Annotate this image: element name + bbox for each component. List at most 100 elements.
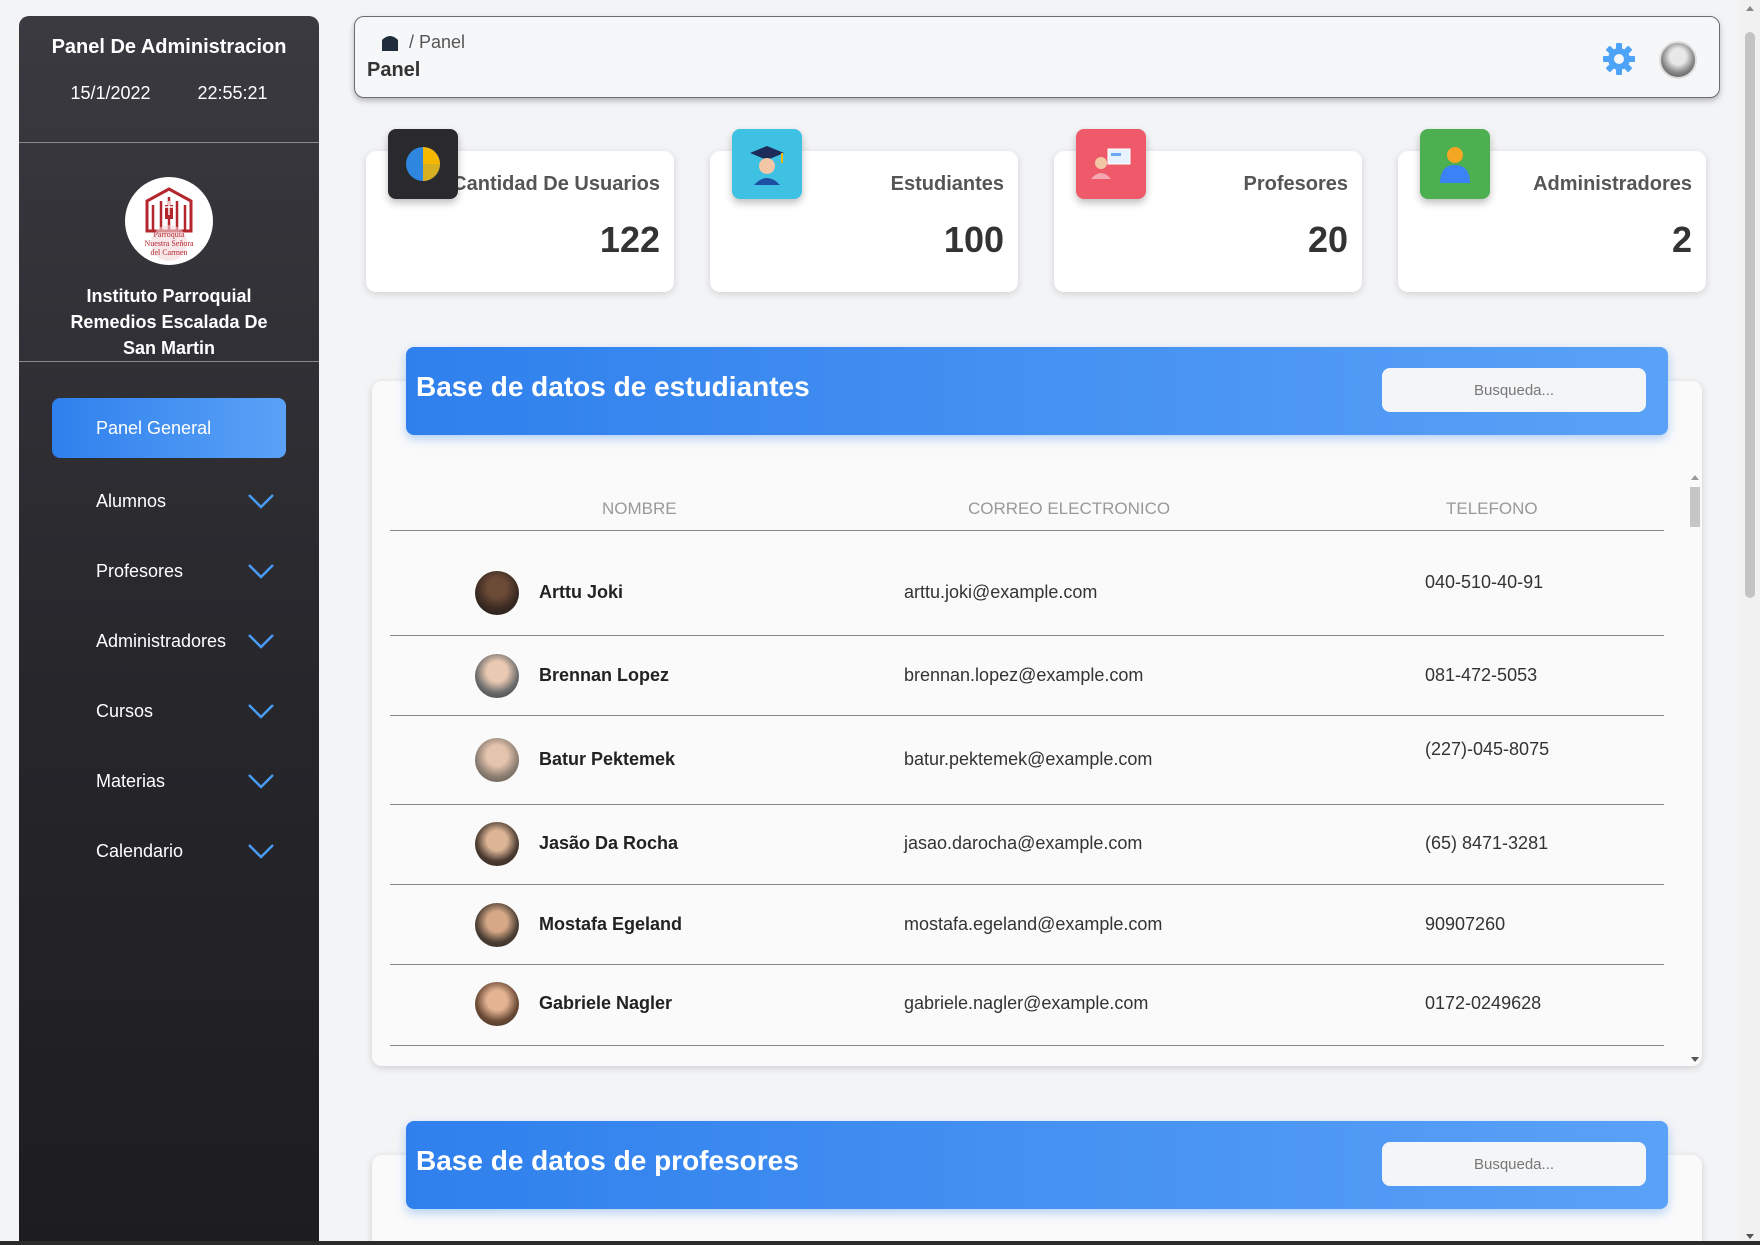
sidebar-item-label: Calendario [96,841,184,861]
column-header-name[interactable]: NOMBRE [602,499,677,519]
sidebar-item-calendario[interactable]: Calendario [19,816,319,886]
student-phone: 0172-0249628 [1425,993,1542,1013]
student-email: mostafa.egeland@example.com [904,914,1163,934]
student-name: Gabriele Nagler [539,993,673,1013]
chevron-down-icon[interactable] [247,492,275,510]
column-header-email[interactable]: CORREO ELECTRONICO [968,499,1170,519]
students-table-title: Base de datos de estudiantes [416,371,810,402]
sidebar-item-cursos[interactable]: Cursos [19,676,319,746]
graduate-icon [732,129,802,199]
stat-card-administradores: Administradores 2 [1398,129,1706,292]
sidebar-header: Panel De Administracion 15/1/2022 22:55:… [19,16,319,143]
student-email: jasao.darocha@example.com [904,833,1143,853]
column-header-phone[interactable]: TELEFONO [1446,499,1538,519]
scroll-up-arrow-icon[interactable] [1691,475,1699,480]
teachers-search-input[interactable] [1382,1142,1646,1186]
students-table-card: NOMBRE CORREO ELECTRONICO TELEFONO Arttu… [372,381,1702,1066]
sidebar-item-panel-general[interactable]: Panel General [52,398,286,458]
teachers-table-title: Base de datos de profesores [416,1145,799,1176]
stat-label: Profesores [1243,173,1349,195]
student-phone: (65) 8471-3281 [1425,833,1549,853]
sidebar-title: Panel De Administracion [51,36,287,58]
sidebar-item-label: Alumnos [96,491,167,511]
stat-card-estudiantes: Estudiantes 100 [710,129,1018,292]
student-name: Batur Pektemek [539,749,676,769]
student-email: brennan.lopez@example.com [904,665,1144,685]
student-phone: 081-472-5053 [1425,665,1538,685]
student-email: batur.pektemek@example.com [904,749,1153,769]
stat-value: 2 [1671,219,1692,260]
avatar [475,738,519,782]
page-title: Panel [367,59,421,81]
current-time: 22:55:21 [197,83,268,103]
school-block: Parroquia Nuestra Señora del Carmen Inst… [19,143,319,362]
student-name: Brennan Lopez [539,665,670,685]
home-icon[interactable] [379,31,401,53]
students-search-input[interactable] [1382,368,1646,412]
student-name: Jasão Da Rocha [539,833,679,853]
sidebar: Panel De Administracion 15/1/2022 22:55:… [19,16,319,1245]
sidebar-item-label: Administradores [96,631,227,651]
sidebar-item-alumnos[interactable]: Alumnos [19,466,319,536]
table-scrollbar[interactable] [1688,471,1702,1066]
sidebar-item-materias[interactable]: Materias [19,746,319,816]
stat-label: Estudiantes [890,173,1004,195]
school-name: Instituto Parroquial Remedios Escalada D… [70,286,268,358]
scrollbar-thumb[interactable] [1745,32,1755,598]
avatar [475,903,519,947]
sidebar-item-administradores[interactable]: Administradores [19,606,319,676]
table-row[interactable]: Batur Pektemek batur.pektemek@example.co… [390,716,1664,805]
teacher-icon [1076,129,1146,199]
table-row[interactable]: Gabriele Nagler gabriele.nagler@example.… [390,965,1664,1046]
bottom-edge [0,1241,1760,1245]
chevron-down-icon[interactable] [247,632,275,650]
school-logo: Parroquia Nuestra Señora del Carmen [125,177,213,265]
table-header: NOMBRE CORREO ELECTRONICO TELEFONO [390,477,1664,531]
top-header: / Panel Panel [354,16,1720,98]
chevron-down-icon[interactable] [247,562,275,580]
stat-value: 20 [1307,219,1348,260]
avatar [475,654,519,698]
stat-card-profesores: Profesores 20 [1054,129,1362,292]
sidebar-item-label: Cursos [96,701,154,721]
user-avatar[interactable] [1659,41,1697,79]
chevron-down-icon[interactable] [247,842,275,860]
student-name: Arttu Joki [539,582,624,602]
scroll-down-arrow-icon[interactable] [1746,1234,1754,1239]
table-row[interactable]: Brennan Lopez brennan.lopez@example.com … [390,636,1664,716]
student-email: gabriele.nagler@example.com [904,993,1149,1013]
table-row[interactable]: Arttu Joki arttu.joki@example.com 040-51… [390,531,1664,636]
breadcrumb-text[interactable]: / Panel [409,32,465,53]
logo-text-line2: Nuestra Señora [144,239,194,248]
logo-text-line3: del Carmen [150,248,187,257]
scroll-up-arrow-icon[interactable] [1746,6,1754,11]
stat-value: 100 [943,219,1004,260]
scroll-down-arrow-icon[interactable] [1691,1057,1699,1062]
student-phone: 040-510-40-91 [1425,572,1544,592]
avatar [475,822,519,866]
stat-card-usuarios: Cantidad De Usuarios 122 [366,129,674,292]
chevron-down-icon[interactable] [247,772,275,790]
stat-label: Administradores [1533,173,1692,195]
table-row[interactable]: Mostafa Egeland mostafa.egeland@example.… [390,885,1664,965]
page-scrollbar[interactable] [1740,0,1760,1245]
gear-icon[interactable] [1601,41,1637,77]
chevron-down-icon[interactable] [247,702,275,720]
student-phone: 90907260 [1425,914,1506,934]
student-email: arttu.joki@example.com [904,582,1098,602]
avatar [475,982,519,1026]
table-body: Arttu Joki arttu.joki@example.com 040-51… [390,531,1664,1046]
table-row[interactable]: Jasão Da Rocha jasao.darocha@example.com… [390,805,1664,885]
sidebar-item-label: Materias [96,771,166,791]
avatar [475,571,519,615]
stat-value: 122 [599,219,660,260]
breadcrumb: / Panel [379,31,465,53]
student-phone: (227)-045-8075 [1425,739,1550,759]
student-name: Mostafa Egeland [539,914,683,934]
current-date: 15/1/2022 [70,83,151,103]
sidebar-item-label: Profesores [96,561,184,581]
admin-user-icon [1420,129,1490,199]
students-table-header-bar: Base de datos de estudiantes [406,347,1668,435]
sidebar-item-profesores[interactable]: Profesores [19,536,319,606]
scrollbar-thumb[interactable] [1690,487,1700,527]
